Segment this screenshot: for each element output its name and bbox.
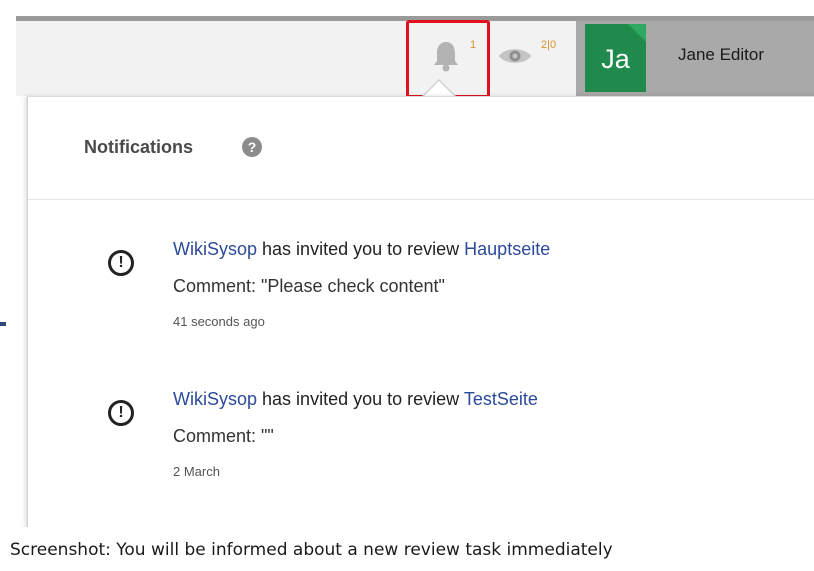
notification-text: WikiSysop has invited you to review Haup… (173, 238, 550, 260)
screenshot-area: Ja Jane Editor 1 2|0 Notifications ? ! W… (0, 0, 814, 527)
panel-caret-inner (423, 81, 455, 97)
alert-circle-icon: ! (108, 400, 134, 426)
notification-action: has invited you to review (262, 389, 460, 409)
notification-comment: Comment: "" (173, 426, 274, 446)
page-link[interactable]: Hauptseite (464, 239, 550, 259)
notification-text: WikiSysop has invited you to review Test… (173, 388, 538, 410)
eye-icon[interactable] (497, 44, 533, 68)
user-avatar[interactable]: Ja (585, 24, 646, 92)
actor-link[interactable]: WikiSysop (173, 239, 257, 259)
avatar-initials: Ja (601, 44, 630, 74)
caption-bar: Screenshot: You will be informed about a… (0, 527, 814, 571)
help-icon[interactable]: ? (242, 137, 262, 157)
notification-comment: Comment: "Please check content" (173, 276, 445, 296)
alert-circle-icon: ! (108, 250, 134, 276)
notification-time: 41 seconds ago (173, 314, 265, 329)
watch-count-badge: 2|0 (541, 39, 557, 51)
notifications-panel: Notifications ? ! WikiSysop has invited … (27, 96, 814, 527)
actor-link[interactable]: WikiSysop (173, 389, 257, 409)
notification-time: 2 March (173, 464, 220, 479)
notification-item[interactable]: ! WikiSysop has invited you to review Te… (28, 383, 814, 483)
notification-item[interactable]: ! WikiSysop has invited you to review Ha… (28, 233, 814, 333)
notifications-title: Notifications (84, 137, 194, 157)
notifications-header: Notifications ? (28, 97, 814, 200)
page-link[interactable]: TestSeite (464, 389, 538, 409)
left-edge-mark (0, 322, 6, 326)
notification-action: has invited you to review (262, 239, 460, 259)
caption-text: Screenshot: You will be informed about a… (10, 540, 613, 560)
user-name[interactable]: Jane Editor (678, 45, 764, 65)
